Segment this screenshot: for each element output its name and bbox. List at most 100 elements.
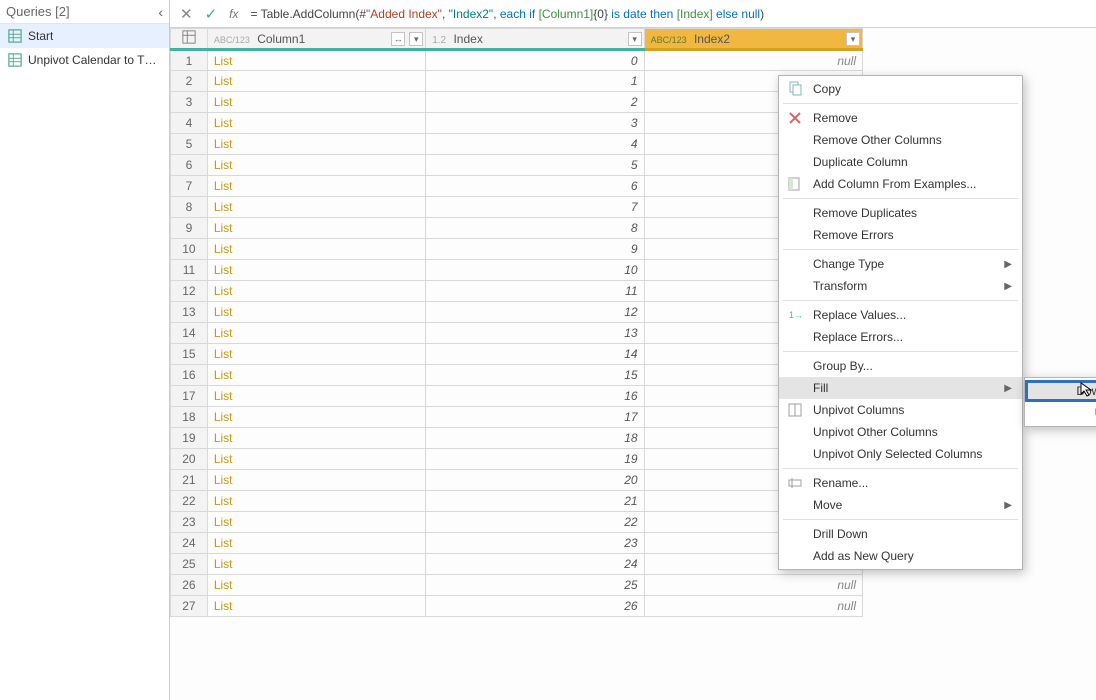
row-number[interactable]: 3 xyxy=(171,92,208,113)
menu-unpivot-other[interactable]: Unpivot Other Columns xyxy=(779,421,1022,443)
row-number[interactable]: 27 xyxy=(171,596,208,617)
menu-fill[interactable]: Fill▶ xyxy=(779,377,1022,399)
cell-index[interactable]: 4 xyxy=(426,134,644,155)
cell-index[interactable]: 17 xyxy=(426,407,644,428)
cell-column1[interactable]: List xyxy=(207,71,425,92)
menu-unpivot-selected[interactable]: Unpivot Only Selected Columns xyxy=(779,443,1022,465)
table-row[interactable]: 15List14null xyxy=(171,344,863,365)
cell-index[interactable]: 24 xyxy=(426,554,644,575)
table-row[interactable]: 24List23null xyxy=(171,533,863,554)
cell-column1[interactable]: List xyxy=(207,533,425,554)
cell-column1[interactable]: List xyxy=(207,92,425,113)
query-item-unpivot[interactable]: Unpivot Calendar to T… xyxy=(0,48,169,72)
table-row[interactable]: 20List19null xyxy=(171,449,863,470)
table-row[interactable]: 10List9null xyxy=(171,239,863,260)
table-row[interactable]: 6List5null xyxy=(171,155,863,176)
submenu-up[interactable]: Up xyxy=(1025,402,1096,424)
row-number[interactable]: 26 xyxy=(171,575,208,596)
menu-change-type[interactable]: Change Type▶ xyxy=(779,253,1022,275)
cell-index[interactable]: 21 xyxy=(426,491,644,512)
row-number[interactable]: 15 xyxy=(171,344,208,365)
column-header-column1[interactable]: ABC/123 Column1 ↔ ▾ xyxy=(207,29,425,50)
row-number[interactable]: 18 xyxy=(171,407,208,428)
cell-column1[interactable]: List xyxy=(207,386,425,407)
cell-index[interactable]: 25 xyxy=(426,575,644,596)
expand-icon[interactable]: ↔ xyxy=(391,32,405,46)
table-row[interactable]: 22List21null xyxy=(171,491,863,512)
accept-formula-icon[interactable]: ✓ xyxy=(205,5,218,23)
table-row[interactable]: 3List2null xyxy=(171,92,863,113)
cell-column1[interactable]: List xyxy=(207,554,425,575)
cell-column1[interactable]: List xyxy=(207,218,425,239)
menu-rename[interactable]: Rename... xyxy=(779,472,1022,494)
table-row[interactable]: 2List1null xyxy=(171,71,863,92)
table-row[interactable]: 1List0null xyxy=(171,50,863,71)
cell-index[interactable]: 10 xyxy=(426,260,644,281)
cell-column1[interactable]: List xyxy=(207,365,425,386)
row-number[interactable]: 1 xyxy=(171,50,208,71)
cell-index[interactable]: 0 xyxy=(426,50,644,71)
row-number[interactable]: 2 xyxy=(171,71,208,92)
cell-column1[interactable]: List xyxy=(207,155,425,176)
cell-index[interactable]: 16 xyxy=(426,386,644,407)
table-row[interactable]: 7List6null xyxy=(171,176,863,197)
cell-column1[interactable]: List xyxy=(207,449,425,470)
submenu-down[interactable]: Down xyxy=(1025,380,1096,402)
cell-index[interactable]: 20 xyxy=(426,470,644,491)
cell-column1[interactable]: List xyxy=(207,239,425,260)
row-number[interactable]: 13 xyxy=(171,302,208,323)
table-row[interactable]: 9List8null xyxy=(171,218,863,239)
cell-column1[interactable]: List xyxy=(207,323,425,344)
menu-replace-errors[interactable]: Replace Errors... xyxy=(779,326,1022,348)
cell-index[interactable]: 15 xyxy=(426,365,644,386)
menu-add-from-examples[interactable]: Add Column From Examples... xyxy=(779,173,1022,195)
cell-index2[interactable]: null xyxy=(644,575,862,596)
cell-column1[interactable]: List xyxy=(207,428,425,449)
filter-icon[interactable]: ▾ xyxy=(409,32,423,46)
cell-index[interactable]: 11 xyxy=(426,281,644,302)
fx-icon[interactable]: fx xyxy=(229,7,238,21)
cell-column1[interactable]: List xyxy=(207,113,425,134)
row-number[interactable]: 12 xyxy=(171,281,208,302)
table-row[interactable]: 26List25null xyxy=(171,575,863,596)
menu-add-new-query[interactable]: Add as New Query xyxy=(779,545,1022,567)
cell-index[interactable]: 13 xyxy=(426,323,644,344)
table-row[interactable]: 8List7null xyxy=(171,197,863,218)
cell-column1[interactable]: List xyxy=(207,596,425,617)
table-row[interactable]: 5List4null xyxy=(171,134,863,155)
column-header-index[interactable]: 1.2 Index ▾ xyxy=(426,29,644,50)
menu-copy[interactable]: Copy xyxy=(779,78,1022,100)
table-row[interactable]: 13List12null xyxy=(171,302,863,323)
cell-column1[interactable]: List xyxy=(207,575,425,596)
collapse-icon[interactable]: ‹ xyxy=(158,4,163,20)
cell-index[interactable]: 22 xyxy=(426,512,644,533)
row-number[interactable]: 7 xyxy=(171,176,208,197)
table-row[interactable]: 16List15null xyxy=(171,365,863,386)
cell-column1[interactable]: List xyxy=(207,134,425,155)
cell-index[interactable]: 2 xyxy=(426,92,644,113)
table-row[interactable]: 4List3null xyxy=(171,113,863,134)
cell-index[interactable]: 14 xyxy=(426,344,644,365)
row-number[interactable]: 17 xyxy=(171,386,208,407)
menu-group-by[interactable]: Group By... xyxy=(779,355,1022,377)
row-number[interactable]: 16 xyxy=(171,365,208,386)
table-row[interactable]: 27List26null xyxy=(171,596,863,617)
menu-remove-err[interactable]: Remove Errors xyxy=(779,224,1022,246)
filter-icon[interactable]: ▾ xyxy=(846,32,860,46)
row-number[interactable]: 25 xyxy=(171,554,208,575)
menu-remove[interactable]: Remove xyxy=(779,107,1022,129)
cell-column1[interactable]: List xyxy=(207,197,425,218)
cell-column1[interactable]: List xyxy=(207,344,425,365)
table-row[interactable]: 25List24null xyxy=(171,554,863,575)
menu-remove-other[interactable]: Remove Other Columns xyxy=(779,129,1022,151)
cell-index[interactable]: 23 xyxy=(426,533,644,554)
menu-transform[interactable]: Transform▶ xyxy=(779,275,1022,297)
row-number[interactable]: 9 xyxy=(171,218,208,239)
cell-index[interactable]: 12 xyxy=(426,302,644,323)
table-corner[interactable] xyxy=(171,29,208,50)
cell-index2[interactable]: null xyxy=(644,50,862,71)
row-number[interactable]: 11 xyxy=(171,260,208,281)
menu-remove-dup[interactable]: Remove Duplicates xyxy=(779,202,1022,224)
table-row[interactable]: 14List13null xyxy=(171,323,863,344)
cell-column1[interactable]: List xyxy=(207,260,425,281)
